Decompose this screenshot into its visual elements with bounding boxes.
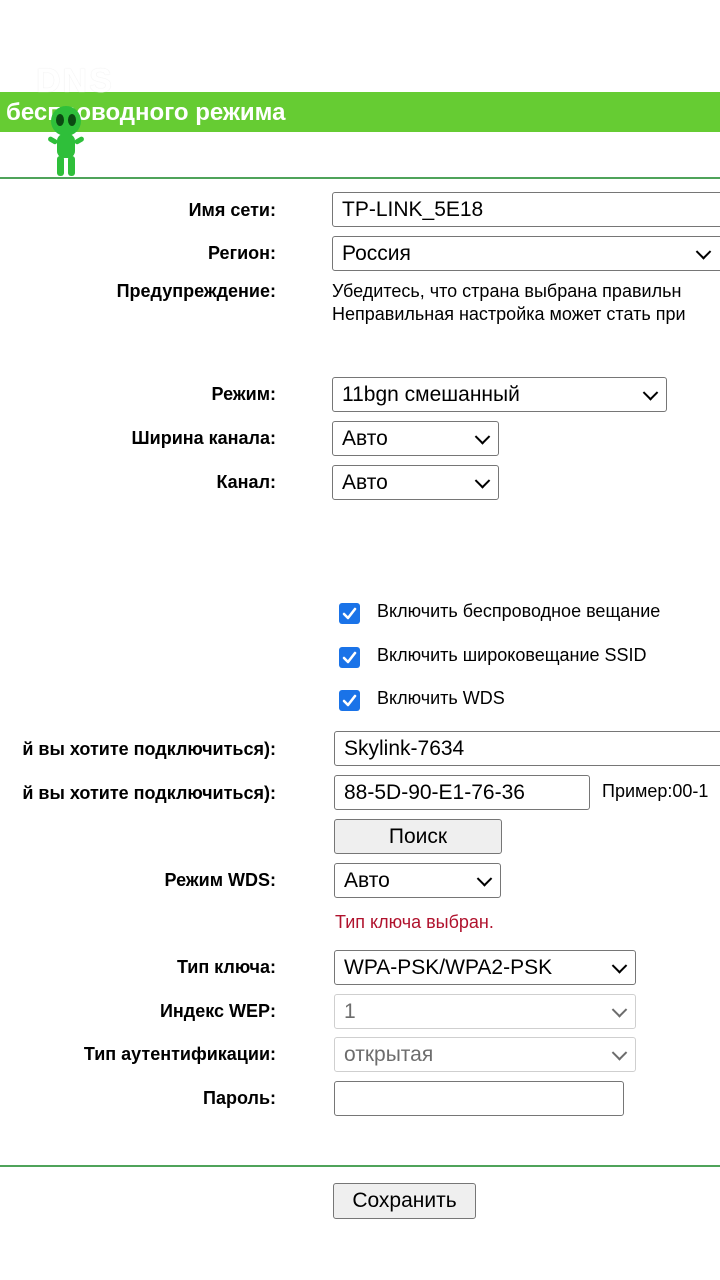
key-type-label: Тип ключа: bbox=[176, 957, 276, 977]
chevron-down-icon bbox=[611, 957, 628, 974]
ssid-label: Имя сети: bbox=[188, 200, 276, 220]
wep-index-select: 1 bbox=[334, 994, 636, 1029]
wep-index-label: Индекс WEP: bbox=[159, 1001, 276, 1021]
checkmark-icon bbox=[342, 694, 357, 707]
region-value: Россия bbox=[342, 241, 411, 265]
wds-mode-value: Авто bbox=[344, 868, 390, 892]
wds-ssid-input[interactable]: Skylink-7634 bbox=[334, 731, 720, 766]
auth-type-label: Тип аутентификации: bbox=[83, 1044, 276, 1064]
bssid-example-text: Пример:00-1 bbox=[602, 781, 709, 801]
mode-select[interactable]: 11bgn смешанный bbox=[332, 377, 667, 412]
chevron-down-icon bbox=[476, 870, 493, 887]
checkbox-wireless-broadcast-label[interactable]: Включить беспроводное вещание bbox=[377, 601, 660, 622]
region-label: Регион: bbox=[208, 243, 276, 263]
ssid-input[interactable]: TP-LINK_5E18 bbox=[332, 192, 720, 227]
checkmark-icon bbox=[342, 607, 357, 620]
bottom-divider bbox=[0, 1165, 720, 1167]
checkbox-ssid-broadcast-label[interactable]: Включить широковещание SSID bbox=[377, 645, 647, 666]
warning-text-line1: Убедитесь, что страна выбрана правильн bbox=[332, 281, 682, 301]
alien-mascot-icon bbox=[48, 106, 84, 176]
channel-select[interactable]: Авто bbox=[332, 465, 499, 500]
chevron-down-icon bbox=[474, 472, 491, 489]
key-type-status: Тип ключа выбран. bbox=[335, 912, 494, 932]
checkmark-icon bbox=[342, 651, 357, 664]
wds-mode-label: Режим WDS: bbox=[164, 870, 276, 890]
channel-value: Авто bbox=[342, 470, 388, 494]
wds-bssid-label: й вы хотите подключиться): bbox=[22, 783, 276, 803]
mode-value: 11bgn смешанный bbox=[342, 382, 520, 406]
channel-width-label: Ширина канала: bbox=[131, 428, 276, 448]
channel-label: Канал: bbox=[216, 472, 276, 492]
chevron-down-icon bbox=[642, 384, 659, 401]
auth-type-select: открытая bbox=[334, 1037, 636, 1072]
chevron-down-icon bbox=[611, 1044, 628, 1061]
auth-type-value: открытая bbox=[344, 1042, 434, 1066]
chevron-down-icon bbox=[611, 1001, 628, 1018]
mode-label: Режим: bbox=[211, 384, 276, 404]
region-select[interactable]: Россия bbox=[332, 236, 720, 271]
search-button[interactable]: Поиск bbox=[334, 819, 502, 854]
warning-text-line2: Неправильная настройка может стать при bbox=[332, 304, 686, 324]
logo-watermark: DNS bbox=[36, 62, 114, 100]
chevron-down-icon bbox=[474, 428, 491, 445]
save-button[interactable]: Сохранить bbox=[333, 1183, 476, 1219]
wep-index-value: 1 bbox=[344, 999, 356, 1023]
checkbox-wds-label[interactable]: Включить WDS bbox=[377, 688, 505, 709]
key-type-select[interactable]: WPA-PSK/WPA2-PSK bbox=[334, 950, 636, 985]
wds-ssid-label: й вы хотите подключиться): bbox=[22, 739, 276, 759]
channel-width-value: Авто bbox=[342, 426, 388, 450]
top-divider bbox=[0, 177, 720, 179]
password-input[interactable] bbox=[334, 1081, 624, 1116]
checkbox-wds[interactable] bbox=[339, 690, 360, 711]
chevron-down-icon bbox=[695, 243, 712, 260]
channel-width-select[interactable]: Авто bbox=[332, 421, 499, 456]
checkbox-ssid-broadcast[interactable] bbox=[339, 647, 360, 668]
key-type-value: WPA-PSK/WPA2-PSK bbox=[344, 955, 553, 979]
wds-mode-select[interactable]: Авто bbox=[334, 863, 501, 898]
wds-bssid-input[interactable]: 88-5D-90-E1-76-36 bbox=[334, 775, 590, 810]
password-label: Пароль: bbox=[203, 1088, 276, 1108]
warning-label: Предупреждение: bbox=[116, 281, 276, 301]
checkbox-wireless-broadcast[interactable] bbox=[339, 603, 360, 624]
